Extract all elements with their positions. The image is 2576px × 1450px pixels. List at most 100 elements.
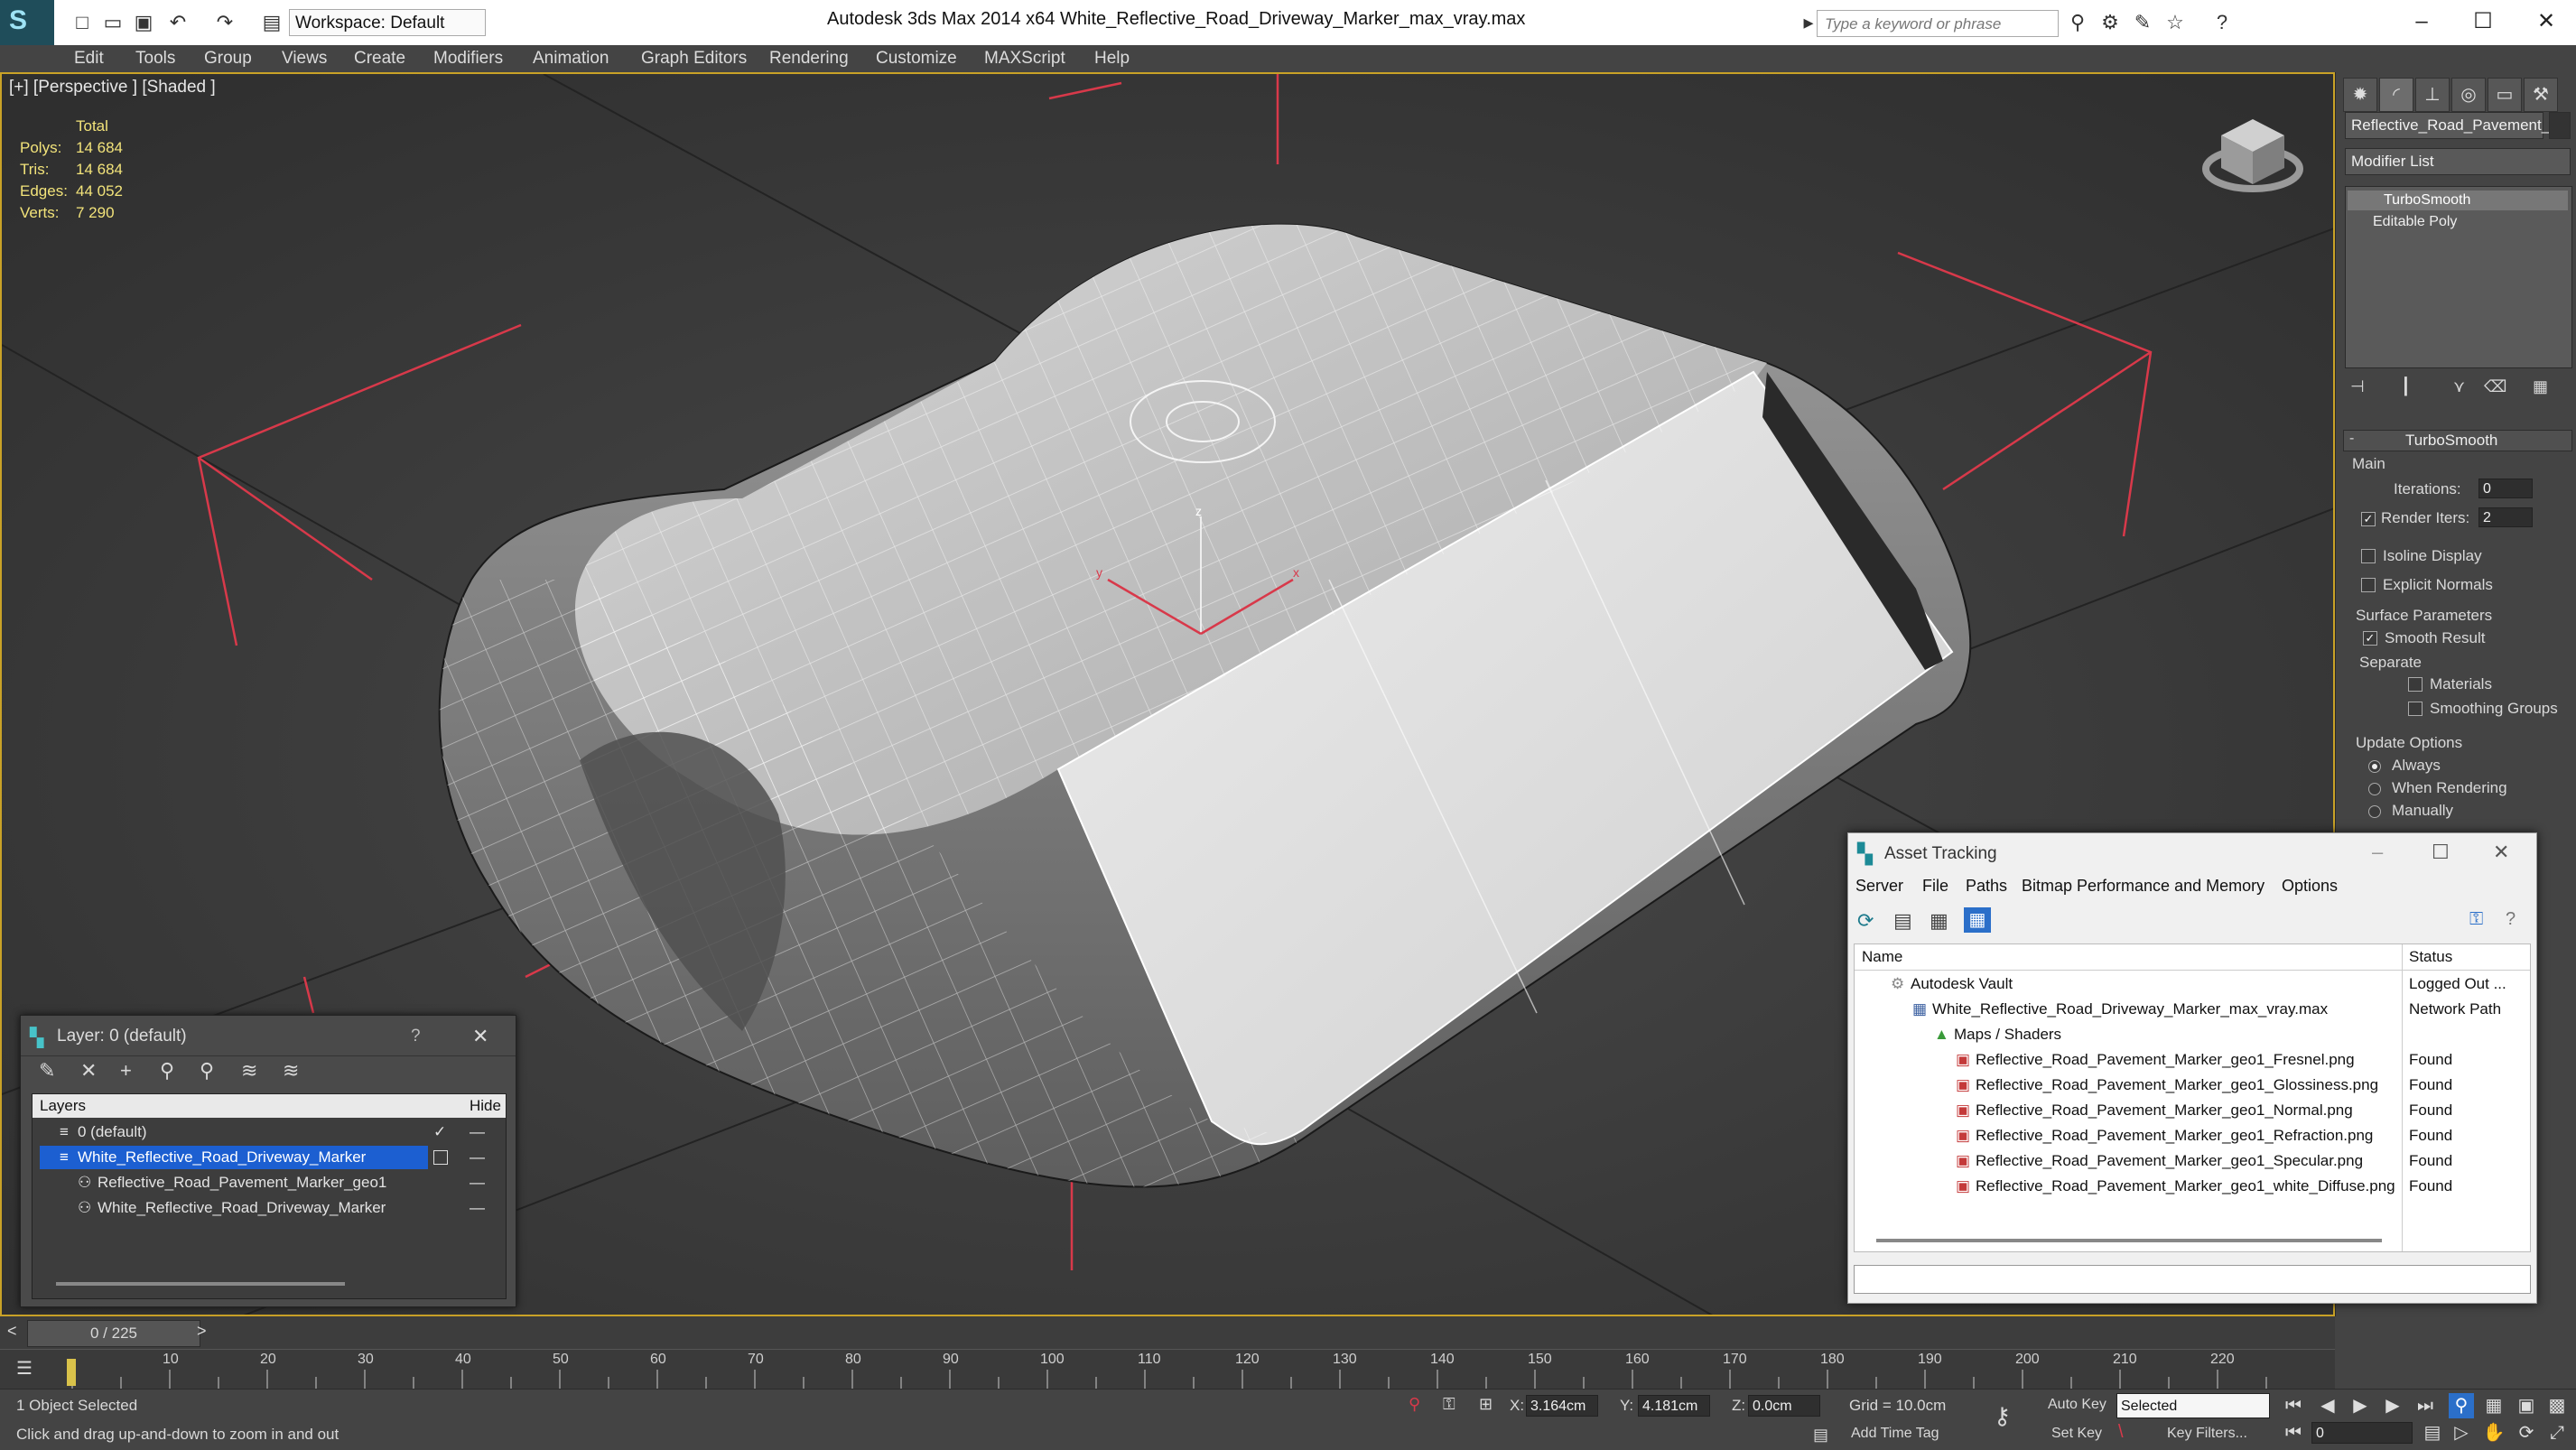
pan-view-icon[interactable]: ✋ <box>2481 1420 2506 1445</box>
menu-maxscript[interactable]: MAXScript <box>984 49 1065 69</box>
pin-stack-icon[interactable]: ⊣ <box>2350 377 2365 396</box>
smoothing-groups-checkbox[interactable] <box>2408 702 2423 716</box>
zoom-all-icon[interactable]: ▦ <box>2481 1393 2506 1418</box>
y-coord-field[interactable]: 4.181cm <box>1638 1395 1710 1417</box>
asset-row[interactable]: ▣ Reflective_Road_Pavement_Marker_geo1_Re… <box>1855 1123 2530 1148</box>
create-tab-icon[interactable]: ✹ <box>2343 78 2377 112</box>
zoom-icon[interactable]: ⚲ <box>2449 1393 2474 1418</box>
add-time-tag[interactable]: Add Time Tag <box>1851 1426 1939 1442</box>
asset-maximize-button[interactable]: ☐ <box>2432 841 2450 864</box>
key-mode-toggle-icon[interactable]: ⏮ <box>2281 1420 2306 1445</box>
object-name-field[interactable]: Reflective_Road_Pavement_ <box>2345 112 2550 139</box>
current-frame-field[interactable]: 0 <box>2311 1422 2413 1444</box>
time-config-icon[interactable]: ▤ <box>2420 1420 2445 1445</box>
viewport-label-menu[interactable]: [+] [Perspective ] [Shaded ] <box>9 78 216 98</box>
close-button[interactable]: ✕ <box>2519 5 2573 38</box>
layer-row[interactable]: ≡ 0 (default) ✓ — <box>33 1120 506 1145</box>
freeze-all-layers-icon[interactable]: ≋ <box>283 1059 299 1083</box>
auto-key-button[interactable]: Auto Key <box>2048 1397 2106 1413</box>
asset-row[interactable]: ▣ Reflective_Road_Pavement_Marker_geo1_Gl… <box>1855 1073 2530 1098</box>
vault-status-icon[interactable]: ⚿ <box>2469 909 2483 930</box>
modify-tab-icon[interactable]: ◜ <box>2379 78 2413 112</box>
hierarchy-tab-icon[interactable]: ⊥ <box>2415 78 2450 112</box>
maximize-viewport-icon[interactable]: ⤢ <box>2544 1420 2570 1445</box>
asset-row[interactable]: ⚙ Autodesk Vault Logged Out ... <box>1855 971 2530 997</box>
next-frame-icon[interactable]: ▶ <box>2380 1393 2405 1418</box>
always-radio[interactable] <box>2368 760 2381 773</box>
maximize-button[interactable]: ☐ <box>2456 5 2510 38</box>
menu-rendering[interactable]: Rendering <box>769 49 849 69</box>
utilities-tab-icon[interactable]: ⚒ <box>2524 78 2558 112</box>
isolate-selection-icon[interactable]: ⚲ <box>1409 1395 1420 1414</box>
asset-row[interactable]: ▣ Reflective_Road_Pavement_Marker_geo1_Fr… <box>1855 1047 2530 1073</box>
asset-menu-file[interactable]: File <box>1922 877 1948 896</box>
explicit-normals-checkbox[interactable] <box>2361 578 2376 592</box>
hide-toggle[interactable]: — <box>470 1195 485 1221</box>
x-coord-field[interactable]: 3.164cm <box>1526 1395 1598 1417</box>
next-frame-arrow-icon[interactable]: > <box>197 1322 207 1341</box>
asset-menu-server[interactable]: Server <box>1855 877 1903 896</box>
hide-toggle[interactable]: — <box>470 1120 485 1145</box>
minimize-button[interactable]: – <box>2395 5 2449 38</box>
highlight-layer-icon[interactable]: ⚲ <box>200 1059 214 1083</box>
zoom-extents-all-icon[interactable]: ▩ <box>2544 1393 2570 1418</box>
key-filters-button[interactable]: Key Filters... <box>2167 1426 2247 1442</box>
go-to-end-icon[interactable]: ⏭ <box>2413 1393 2438 1418</box>
remove-modifier-icon[interactable]: ⌫ <box>2484 377 2506 396</box>
active-layer-checkmark-icon[interactable]: ✓ <box>433 1120 446 1145</box>
field-of-view-icon[interactable]: ▷ <box>2449 1420 2474 1445</box>
col-hide-header[interactable]: Hide <box>470 1097 501 1115</box>
communication-icon[interactable]: ✎ <box>2131 11 2154 34</box>
app-logo-button[interactable]: S <box>0 0 54 45</box>
menu-graph-editors[interactable]: Graph Editors <box>641 49 747 69</box>
manually-radio[interactable] <box>2368 805 2381 818</box>
set-keys-icon[interactable]: \ <box>2118 1422 2124 1443</box>
play-icon[interactable]: ▶ <box>2348 1393 2373 1418</box>
col-status-header[interactable]: Status <box>2409 948 2452 966</box>
z-coord-field[interactable]: 0.0cm <box>1748 1395 1820 1417</box>
project-folder-icon[interactable]: ▤ <box>260 11 284 34</box>
workspace-dropdown[interactable]: Workspace: Default <box>289 9 486 36</box>
hide-all-layers-icon[interactable]: ≋ <box>241 1059 257 1083</box>
turbosmooth-rollout-header[interactable]: - TurboSmooth <box>2343 430 2572 451</box>
set-key-mode-icon[interactable]: ⚷ <box>1994 1402 2011 1430</box>
stack-item-editable-poly[interactable]: Editable Poly <box>2348 212 2568 232</box>
layer-horizontal-scrollbar[interactable] <box>56 1282 345 1286</box>
open-file-icon[interactable]: ▭ <box>101 11 125 34</box>
select-in-layer-icon[interactable]: ⚲ <box>160 1059 174 1083</box>
help-icon[interactable]: ? <box>2210 11 2234 34</box>
track-bar[interactable]: ☰ 10 20 30 40 50 60 70 80 90 100 110 120 130 140 150 16… <box>0 1349 2335 1390</box>
show-end-result-icon[interactable]: ┃ <box>2401 377 2411 396</box>
asset-menu-bitmap-performance[interactable]: Bitmap Performance and Memory <box>2022 877 2264 896</box>
layer-row[interactable]: ⚇ Reflective_Road_Pavement_Marker_geo1 — <box>33 1170 506 1195</box>
add-to-layer-icon[interactable]: + <box>120 1059 132 1083</box>
asset-row[interactable]: ▲ Maps / Shaders <box>1855 1022 2530 1047</box>
subscription-icon[interactable]: ⚙ <box>2098 11 2122 34</box>
menu-customize[interactable]: Customize <box>876 49 957 69</box>
search-input[interactable]: Type a keyword or phrase <box>1817 10 2059 37</box>
asset-row[interactable]: ▣ Reflective_Road_Pavement_Marker_geo1_No… <box>1855 1098 2530 1123</box>
modifier-list-dropdown[interactable]: Modifier List <box>2345 148 2571 175</box>
asset-help-icon[interactable]: ? <box>2506 909 2516 930</box>
iterations-spinner[interactable]: 0 <box>2478 479 2533 498</box>
materials-checkbox[interactable] <box>2408 677 2423 692</box>
orbit-icon[interactable]: ⟳ <box>2514 1420 2539 1445</box>
smooth-result-checkbox[interactable]: ✓ <box>2363 631 2377 646</box>
menu-animation[interactable]: Animation <box>533 49 609 69</box>
layer-close-button[interactable]: ✕ <box>472 1025 488 1048</box>
time-tag-icon[interactable]: ▤ <box>1813 1426 1828 1445</box>
selection-lock-icon[interactable]: ⚿ <box>1443 1395 1455 1414</box>
favorites-star-icon[interactable]: ☆ <box>2163 11 2187 34</box>
menu-views[interactable]: Views <box>282 49 327 69</box>
current-frame-marker[interactable] <box>67 1359 76 1386</box>
time-slider-thumb[interactable]: 0 / 225 <box>27 1320 200 1347</box>
asset-row[interactable]: ▦ White_Reflective_Road_Driveway_Marker_m… <box>1855 997 2530 1022</box>
isoline-display-checkbox[interactable] <box>2361 549 2376 563</box>
set-key-button[interactable]: Set Key <box>2051 1426 2102 1442</box>
layer-row[interactable]: ⚇ White_Reflective_Road_Driveway_Marker … <box>33 1195 506 1221</box>
asset-path-field[interactable] <box>1854 1265 2531 1294</box>
binoculars-icon[interactable]: ⚲ <box>2066 11 2089 34</box>
stack-item-turbosmooth[interactable]: TurboSmooth <box>2348 191 2568 210</box>
configure-sets-icon[interactable]: ▦ <box>2533 377 2548 396</box>
asset-minimize-button[interactable]: – <box>2372 841 2383 864</box>
